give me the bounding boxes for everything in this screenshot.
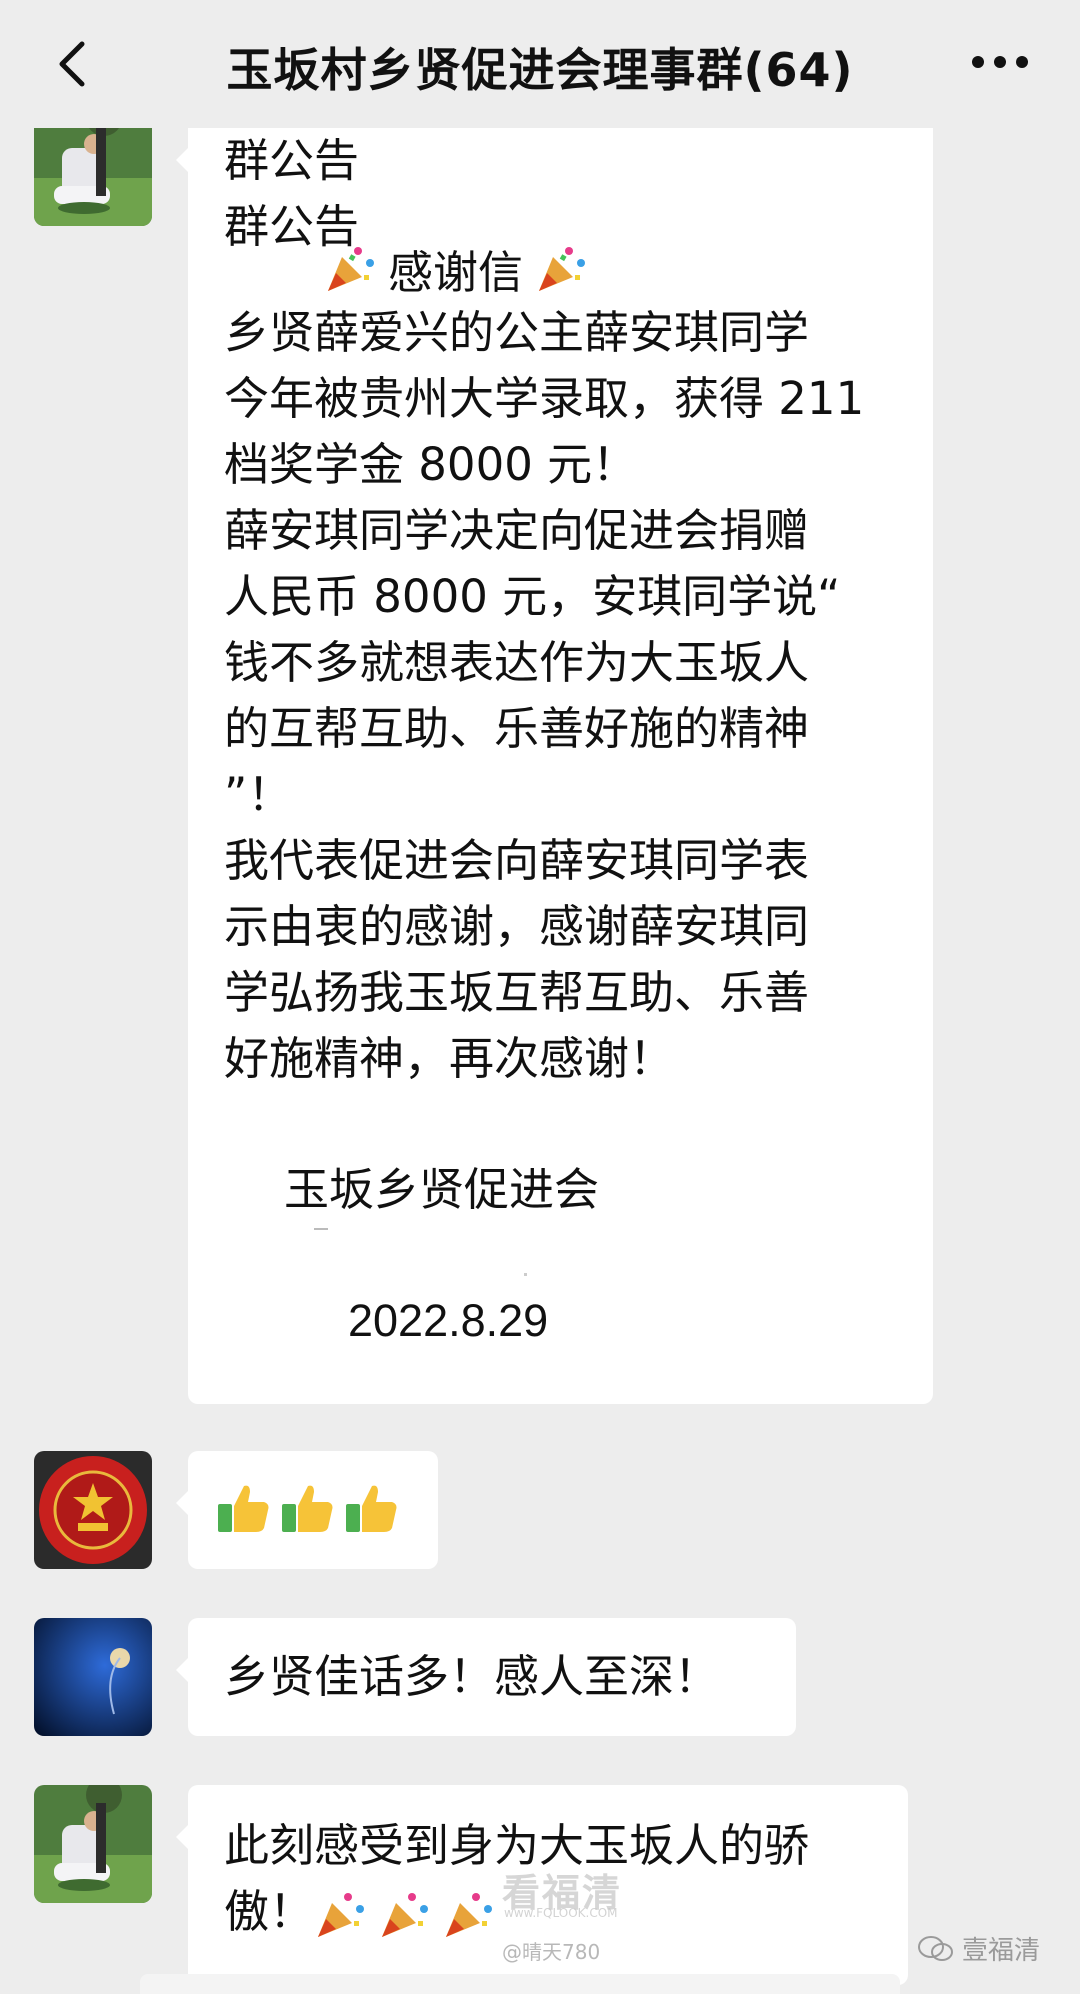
thumbs-up-icon (282, 1485, 333, 1532)
golfer-avatar-image (34, 1785, 152, 1903)
chat-messages[interactable]: 群公告 群公告 感谢信 乡贤薛爱兴的公主薛安琪同学 今年被贵州大学录取，获得 2… (0, 128, 1080, 1994)
letter-date: 2022.8.29 (348, 1295, 549, 1346)
party-popper-icon (318, 1893, 364, 1937)
party-popper-icon (539, 246, 586, 291)
site-url-watermark: www.FQLOOK.COM (504, 1906, 618, 1920)
golfer-avatar-image (34, 128, 152, 226)
account-watermark: 壹福清 (918, 1930, 1040, 1967)
wechat-icon (918, 1935, 953, 1961)
emblem-avatar-image (34, 1451, 152, 1569)
message-bubble[interactable]: 乡贤佳话多！感人至深！ (176, 1618, 796, 1736)
user-watermark: @晴天780 (502, 1940, 601, 1964)
message-text: 乡贤佳话多！感人至深！ (224, 1650, 720, 1703)
thumbs-up-icon (346, 1485, 397, 1532)
avatar[interactable] (34, 1451, 152, 1569)
letter-title-row: 感谢信 (324, 236, 587, 301)
party-popper-row (314, 1889, 494, 1941)
avatar[interactable] (34, 128, 152, 226)
group-notice-bubble[interactable]: 群公告 群公告 感谢信 乡贤薛爱兴的公主薛安琪同学 今年被贵州大学录取，获得 2… (176, 128, 933, 1404)
account-name: 壹福清 (962, 1936, 1041, 1966)
avatar[interactable] (34, 1785, 152, 1903)
scan-mark (524, 1273, 527, 1276)
letter-signature: 玉坂乡贤促进会 (284, 1163, 600, 1216)
party-popper-icon (382, 1893, 428, 1937)
night-scene-avatar-image (34, 1618, 152, 1736)
next-message-edge (140, 1974, 900, 1994)
thumbs-up-row (216, 1480, 410, 1536)
scan-mark (314, 1228, 328, 1230)
chat-title: 玉坂村乡贤促进会理事群(64) (226, 43, 854, 97)
chat-header: 玉坂村乡贤促进会理事群(64) (0, 0, 1080, 128)
party-popper-icon (446, 1893, 492, 1937)
letter-title: 感谢信 (388, 246, 524, 299)
more-dots-icon[interactable] (970, 48, 1030, 76)
party-popper-icon (328, 246, 374, 291)
avatar[interactable] (34, 1618, 152, 1736)
letter-body: 乡贤薛爱兴的公主薛安琪同学 今年被贵州大学录取，获得 211 档奖学金 8000… (224, 306, 865, 1085)
thumbs-up-icon (218, 1485, 269, 1532)
thumbs-up-bubble[interactable] (176, 1451, 438, 1569)
